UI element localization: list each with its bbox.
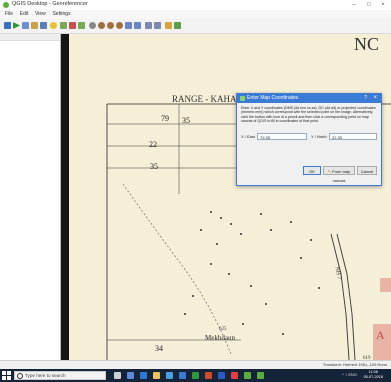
qgis-logo-icon — [3, 2, 9, 8]
window-title: QGIS Desktop - Georeferencer — [12, 1, 88, 7]
minimize-button[interactable]: – — [347, 0, 361, 10]
dialog-close-button[interactable]: × — [373, 94, 377, 103]
left-panel — [0, 34, 61, 360]
settings-icon[interactable] — [50, 22, 57, 29]
store-icon[interactable] — [166, 372, 173, 379]
dialog-title: Enter Map Coordinates — [247, 95, 299, 101]
enter-map-coordinates-dialog: Enter Map Coordinates ? × Enter X and Y … — [236, 93, 382, 186]
menu-bar: File Edit View Settings — [0, 10, 391, 19]
elevation-label-625: 625 — [219, 327, 227, 332]
search-icon — [17, 373, 23, 379]
from-map-canvas-button[interactable]: ✎ From map canvas — [323, 166, 355, 183]
grid-label-35a: 35 — [182, 116, 190, 125]
title-bar: QGIS Desktop - Georeferencer – □ × — [0, 0, 391, 10]
menu-view[interactable]: View — [35, 10, 46, 19]
taskbar-search-box[interactable]: Type here to search — [14, 371, 106, 380]
dialog-message: Enter X and Y coordinates (DMS (dd mm ss… — [241, 106, 376, 123]
load-gcp-icon[interactable] — [31, 22, 38, 29]
link-qgis-icon[interactable] — [154, 22, 161, 29]
mail-icon[interactable] — [179, 372, 186, 379]
grid-label-79: 79 — [161, 114, 169, 123]
menu-edit[interactable]: Edit — [20, 10, 29, 19]
link-georef-icon[interactable] — [145, 22, 152, 29]
y-north-label: Y / North — [311, 134, 327, 139]
zoom-last-icon[interactable] — [125, 22, 132, 29]
excel-icon[interactable] — [192, 372, 199, 379]
windows-taskbar: Type here to search ^ ♪ ENG 11:08 05-07-… — [0, 369, 391, 382]
edge-letter: A — [376, 328, 385, 342]
from-map-canvas-label: From map canvas — [332, 169, 351, 183]
coordinate-row: X / East 79.35 Y / North 22.35 — [241, 133, 377, 142]
qgis-taskbar-icon[interactable] — [244, 372, 251, 379]
zoom-in-icon[interactable] — [98, 22, 105, 29]
start-georeferencing-icon[interactable] — [13, 22, 20, 29]
zoom-layer-icon[interactable] — [116, 22, 123, 29]
ok-button[interactable]: OK — [303, 166, 321, 175]
maximize-button[interactable]: □ — [362, 0, 376, 10]
taskbar-clock[interactable]: 11:08 05-07-2018 — [364, 370, 383, 380]
village-label: Mekhdaun — [205, 334, 235, 342]
map-corner-text: NC — [354, 34, 380, 54]
open-raster-icon[interactable] — [4, 22, 11, 29]
delete-point-icon[interactable] — [69, 22, 76, 29]
qgis-georef-taskbar-icon[interactable] — [257, 372, 264, 379]
dialog-title-bar: Enter Map Coordinates ? × — [237, 94, 381, 103]
menu-file[interactable]: File — [5, 10, 13, 19]
zoom-next-icon[interactable] — [134, 22, 141, 29]
panel-header — [0, 34, 60, 41]
microphone-icon[interactable] — [114, 372, 121, 379]
windows-start-icon[interactable] — [2, 371, 11, 380]
dialog-buttons: OK ✎ From map canvas Cancel — [241, 166, 377, 183]
x-east-label: X / East — [241, 134, 256, 139]
edge-browser-icon[interactable] — [140, 372, 147, 379]
y-north-input[interactable]: 22.35 — [329, 133, 377, 140]
word-icon[interactable] — [218, 372, 225, 379]
pencil-icon: ✎ — [327, 169, 331, 174]
scanned-map — [61, 34, 391, 360]
clock-date: 05-07-2018 — [363, 375, 383, 379]
cumulative-cut-icon[interactable] — [174, 22, 181, 29]
close-button[interactable]: × — [376, 0, 390, 10]
pan-icon[interactable] — [89, 22, 96, 29]
cancel-button[interactable]: Cancel — [357, 166, 377, 175]
toolbar — [0, 19, 391, 34]
system-tray[interactable]: ^ ♪ ENG — [342, 372, 357, 377]
dialog-app-icon — [240, 96, 245, 101]
grid-label-22: 22 — [149, 140, 157, 149]
save-gcp-icon[interactable] — [40, 22, 47, 29]
grid-label-35b: 35 — [150, 162, 158, 171]
x-east-input[interactable]: 79.35 — [257, 133, 307, 140]
file-explorer-icon[interactable] — [153, 372, 160, 379]
histogram-stretch-icon[interactable] — [165, 22, 172, 29]
menu-settings[interactable]: Settings — [52, 10, 70, 19]
zoom-out-icon[interactable] — [107, 22, 114, 29]
task-view-icon[interactable] — [127, 372, 134, 379]
map-canvas[interactable]: RANGE - KAHANI & LAKHNADON NC 79 35 22 3… — [61, 34, 391, 360]
generate-gdal-script-icon[interactable] — [22, 22, 29, 29]
grid-label-34: 34 — [155, 344, 163, 353]
add-point-icon[interactable] — [60, 22, 67, 29]
search-placeholder: Type here to search — [25, 373, 66, 378]
move-gcp-icon[interactable] — [78, 22, 85, 29]
transform-status: Transform: Helmert 1961,-109 None — [322, 362, 387, 367]
scan-edge — [61, 34, 69, 360]
chrome-icon[interactable] — [231, 372, 238, 379]
help-button[interactable]: ? — [364, 94, 367, 103]
powerpoint-icon[interactable] — [205, 372, 212, 379]
